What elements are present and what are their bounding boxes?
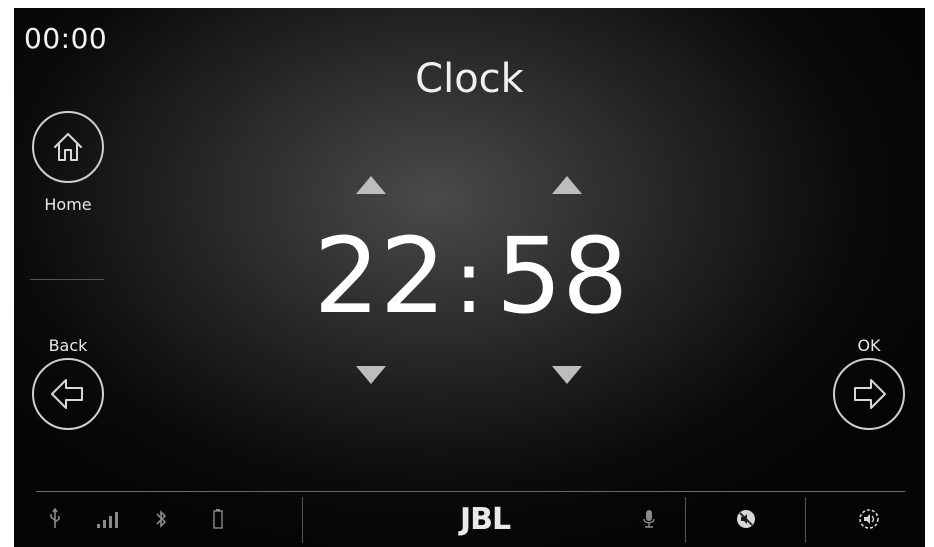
minute-decrement-button[interactable] [552,366,582,384]
home-icon [54,133,82,161]
microphone-icon[interactable] [642,508,656,530]
statusbar-separator [685,497,686,543]
volume-icon[interactable] [857,508,881,530]
ok-button[interactable] [833,358,905,430]
status-time: 00:00 [24,22,108,55]
ok-label: OK [857,336,881,355]
back-button[interactable] [32,358,104,430]
signal-icon [97,512,118,528]
nav-divider [30,279,104,280]
time-separator: : [454,230,484,333]
hours-display: 22 [313,215,446,337]
page-title: Clock [415,56,524,102]
arrow-right-icon [854,379,886,409]
minute-increment-button[interactable] [552,176,582,194]
arrow-left-icon [51,379,83,409]
battery-icon [213,509,223,529]
mute-icon[interactable] [735,508,757,530]
hour-increment-button[interactable] [356,176,386,194]
clock-screen: 00:00 Clock Home Back OK 22 : 58 JBL [14,8,925,547]
brand-logo: JBL [460,502,511,537]
statusbar-separator [302,497,303,543]
back-label: Back [48,336,88,355]
statusbar-divider [36,491,905,492]
usb-icon [50,508,60,528]
home-label: Home [44,195,92,214]
bluetooth-icon [156,510,167,528]
home-button[interactable] [32,111,104,183]
hour-decrement-button[interactable] [356,366,386,384]
statusbar-separator [805,497,806,543]
minutes-display: 58 [496,215,629,337]
